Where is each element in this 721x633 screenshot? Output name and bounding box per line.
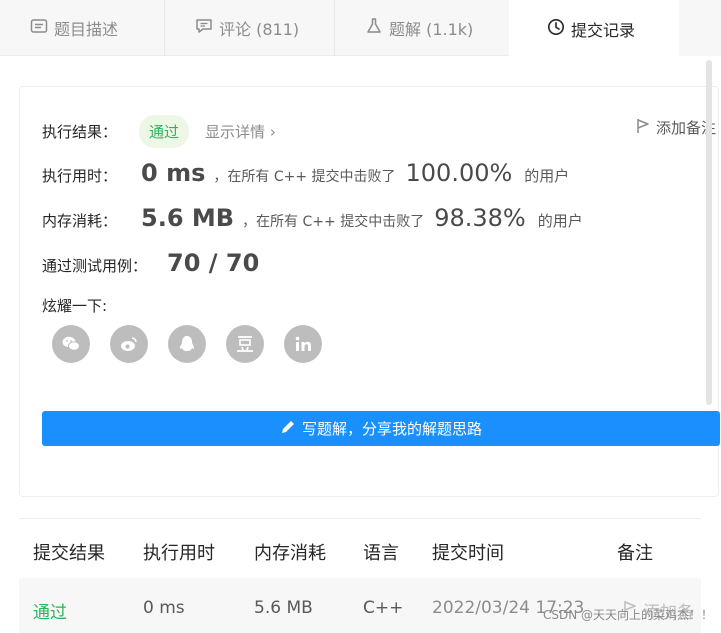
memory-text: ，在所有 C++ 提交中击败了 (242, 214, 425, 230)
share-buttons (52, 325, 322, 363)
header-time: 提交时间 (432, 543, 504, 564)
flag-icon (636, 118, 650, 138)
comment-icon (195, 17, 213, 39)
linkedin-icon[interactable] (284, 325, 322, 363)
header-runtime: 执行用时 (143, 543, 215, 564)
watermark: CSDN @天天向上的菜鸡杰！！ (542, 608, 713, 622)
tab-label: 题解 (1.1k) (389, 20, 474, 39)
tests-value: 70 / 70 (167, 249, 260, 277)
runtime-row: 执行用时： 0 ms ，在所有 C++ 提交中击败了 100.00% 的用户 (42, 159, 569, 187)
submission-result-card: 执行结果： 通过 显示详情 › 添加备注 执行用时： 0 ms ，在所有 C++… (19, 86, 720, 497)
header-memory: 内存消耗 (254, 543, 326, 564)
memory-row: 内存消耗： 5.6 MB ，在所有 C++ 提交中击败了 98.38% 的用户 (42, 204, 583, 232)
clock-icon (547, 18, 565, 40)
table-header: 提交结果 执行用时 内存消耗 语言 提交时间 备注 (19, 518, 701, 578)
tab-label: 评论 (811) (219, 20, 300, 39)
runtime-label: 执行用时： (42, 167, 118, 185)
pencil-icon (280, 419, 296, 439)
runtime-suffix: 的用户 (524, 167, 570, 185)
tests-label: 通过测试用例： (42, 257, 148, 275)
tab-solutions[interactable]: 题解 (1.1k) (334, 0, 509, 56)
header-language: 语言 (363, 543, 399, 564)
memory-suffix: 的用户 (537, 212, 583, 230)
tab-bar-filler (679, 0, 721, 56)
add-note-button[interactable]: 添加备注 (636, 117, 716, 138)
vertical-scrollbar[interactable] (706, 60, 712, 405)
runtime-value: 0 ms (141, 159, 206, 187)
tests-row: 通过测试用例： 70 / 70 (42, 249, 259, 277)
tab-bar: 题目描述 评论 (811) 题解 (1.1k) 提交记录 (0, 0, 721, 57)
write-solution-button[interactable]: 写题解，分享我的解题思路 (42, 411, 720, 446)
qq-icon[interactable] (168, 325, 206, 363)
cell-runtime: 0 ms (143, 598, 185, 618)
tab-label: 题目描述 (54, 20, 119, 39)
tab-submissions[interactable]: 提交记录 (509, 0, 679, 57)
memory-value: 5.6 MB (141, 204, 235, 232)
write-solution-label: 写题解，分享我的解题思路 (301, 420, 482, 438)
details-link-label: 显示详情 (205, 123, 266, 141)
status-row: 执行结果： 通过 显示详情 › (42, 115, 276, 148)
details-link[interactable]: 显示详情 › (205, 121, 276, 142)
flask-icon (365, 17, 383, 39)
runtime-percent: 100.00% (405, 159, 513, 187)
header-result: 提交结果 (33, 543, 105, 564)
description-icon (30, 17, 48, 39)
runtime-text: ，在所有 C++ 提交中击败了 (213, 169, 396, 185)
wechat-icon[interactable] (52, 325, 90, 363)
tab-comments[interactable]: 评论 (811) (164, 0, 334, 56)
memory-percent: 98.38% (434, 204, 526, 232)
chevron-right-icon: › (269, 123, 276, 141)
cell-memory: 5.6 MB (254, 598, 313, 618)
tab-description[interactable]: 题目描述 (0, 0, 164, 56)
weibo-icon[interactable] (110, 325, 148, 363)
status-badge: 通过 (139, 115, 190, 148)
cell-result[interactable]: 通过 (33, 598, 67, 623)
memory-label: 内存消耗： (42, 212, 118, 230)
douban-icon[interactable] (226, 325, 264, 363)
share-label: 炫耀一下: (42, 297, 108, 315)
share-row: 炫耀一下: (42, 295, 107, 316)
tab-label: 提交记录 (571, 20, 636, 40)
cell-language: C++ (363, 598, 404, 618)
header-note: 备注 (617, 543, 653, 564)
status-label: 执行结果： (42, 123, 118, 141)
